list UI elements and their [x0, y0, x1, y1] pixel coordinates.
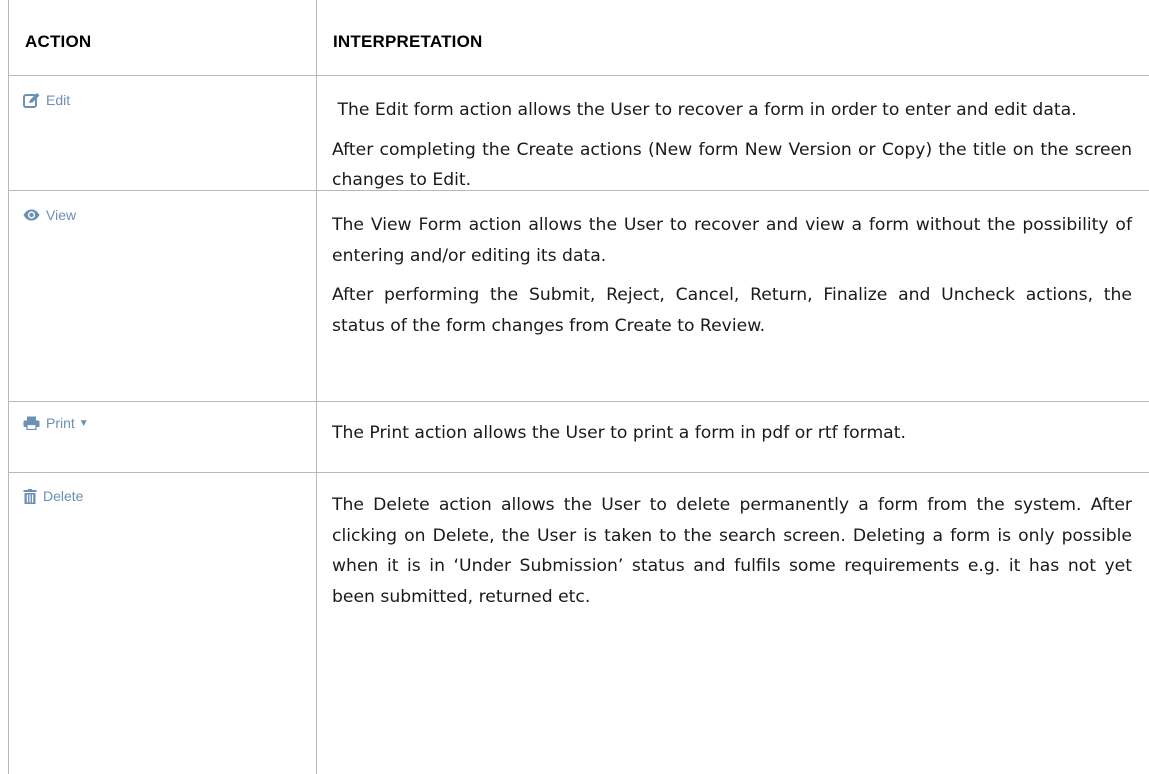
eye-icon — [23, 209, 40, 221]
paragraph: The Print action allows the User to prin… — [332, 423, 906, 443]
paragraph: After performing the Submit, Reject, Can… — [332, 285, 1132, 336]
row-divider — [8, 75, 1149, 76]
delete-interpretation: The Delete action allows the User to del… — [332, 490, 1132, 612]
paragraph: The Delete action allows the User to del… — [332, 495, 1132, 607]
printer-icon — [23, 416, 40, 430]
trash-icon — [23, 488, 37, 504]
print-interpretation: The Print action allows the User to prin… — [332, 418, 1132, 449]
delete-action-button[interactable]: Delete — [23, 488, 83, 504]
paragraph: After completing the Create actions (New… — [332, 139, 1132, 191]
edit-action-button[interactable]: Edit — [23, 92, 70, 108]
print-action-dropdown[interactable]: Print ▼ — [23, 415, 89, 431]
print-action-label: Print — [46, 415, 75, 431]
table-column-divider — [316, 0, 317, 774]
paragraph: The View Form action allows the User to … — [332, 215, 1132, 266]
paragraph: The Edit form action allows the User to … — [332, 100, 1077, 120]
view-action-button[interactable]: View — [23, 207, 76, 223]
edit-action-label: Edit — [46, 92, 71, 108]
delete-action-label: Delete — [43, 488, 84, 504]
chevron-down-icon: ▼ — [78, 417, 89, 429]
view-action-label: View — [46, 207, 77, 223]
column-header-interpretation: INTERPRETATION — [333, 32, 483, 51]
table-border-left — [8, 0, 9, 774]
row-divider — [8, 472, 1149, 473]
view-interpretation: The View Form action allows the User to … — [332, 210, 1132, 341]
document-table: ACTION INTERPRETATION Edit The Edit form… — [0, 0, 1149, 774]
edit-icon — [23, 92, 40, 108]
column-header-action: ACTION — [25, 32, 92, 51]
edit-interpretation: The Edit form action allows the User to … — [332, 95, 1132, 196]
row-divider — [8, 401, 1149, 402]
